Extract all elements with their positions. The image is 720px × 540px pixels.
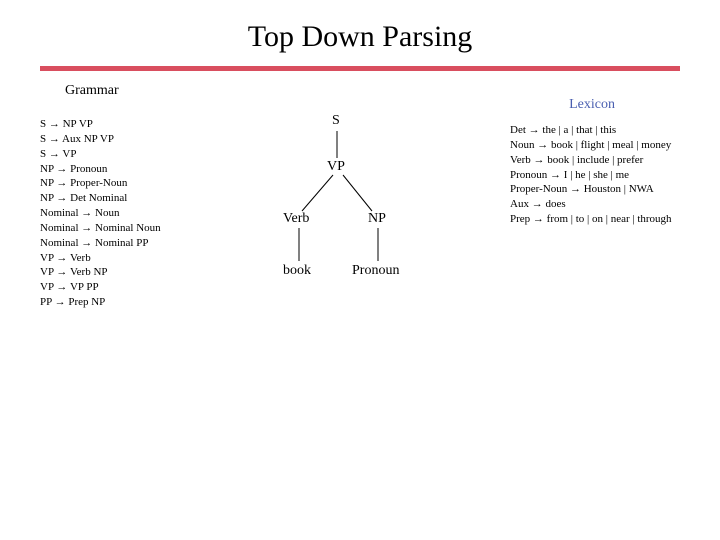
- lexicon-rule: Pronoun → I | he | she | me: [510, 168, 680, 183]
- grammar-rule: S → VP: [40, 147, 161, 162]
- grammar-rule: NP → Pronoun: [40, 162, 161, 177]
- grammar-rule: NP → Det Nominal: [40, 191, 161, 206]
- lexicon-rule: Verb → book | include | prefer: [510, 153, 680, 168]
- lexicon-rule: Noun → book | flight | meal | money: [510, 138, 680, 153]
- grammar-heading: Grammar: [65, 83, 119, 99]
- grammar-rule: VP → Verb NP: [40, 265, 161, 280]
- tree-leaf-book: book: [283, 263, 311, 279]
- grammar-rule: Nominal → Nominal Noun: [40, 221, 161, 236]
- grammar-rule: PP → Prep NP: [40, 295, 161, 310]
- tree-node-vp: VP: [327, 159, 345, 175]
- tree-node-verb: Verb: [283, 211, 309, 227]
- lexicon-rule: Aux → does: [510, 197, 680, 212]
- page-title: Top Down Parsing: [0, 0, 720, 66]
- parse-tree: S VP Verb NP book Pronoun: [250, 113, 470, 343]
- tree-edges: [250, 113, 470, 343]
- lexicon-rule: Proper-Noun → Houston | NWA: [510, 182, 680, 197]
- tree-node-np: NP: [368, 211, 386, 227]
- grammar-rule: VP → VP PP: [40, 280, 161, 295]
- grammar-rule-list: S → NP VP S → Aux NP VP S → VP NP → Pron…: [40, 117, 161, 310]
- tree-node-s: S: [332, 113, 340, 129]
- grammar-rule: Nominal → Nominal PP: [40, 236, 161, 251]
- grammar-rule: NP → Proper-Noun: [40, 176, 161, 191]
- grammar-rule: S → Aux NP VP: [40, 132, 161, 147]
- lexicon-rule: Det → the | a | that | this: [510, 123, 680, 138]
- divider: [40, 66, 680, 71]
- grammar-rule: Nominal → Noun: [40, 206, 161, 221]
- grammar-rule: S → NP VP: [40, 117, 161, 132]
- lexicon-rule-list: Det → the | a | that | this Noun → book …: [510, 123, 680, 227]
- lexicon-rule: Prep → from | to | on | near | through: [510, 212, 680, 227]
- tree-leaf-pronoun: Pronoun: [352, 263, 399, 279]
- lexicon-heading: Lexicon: [569, 97, 615, 113]
- grammar-rule: VP → Verb: [40, 251, 161, 266]
